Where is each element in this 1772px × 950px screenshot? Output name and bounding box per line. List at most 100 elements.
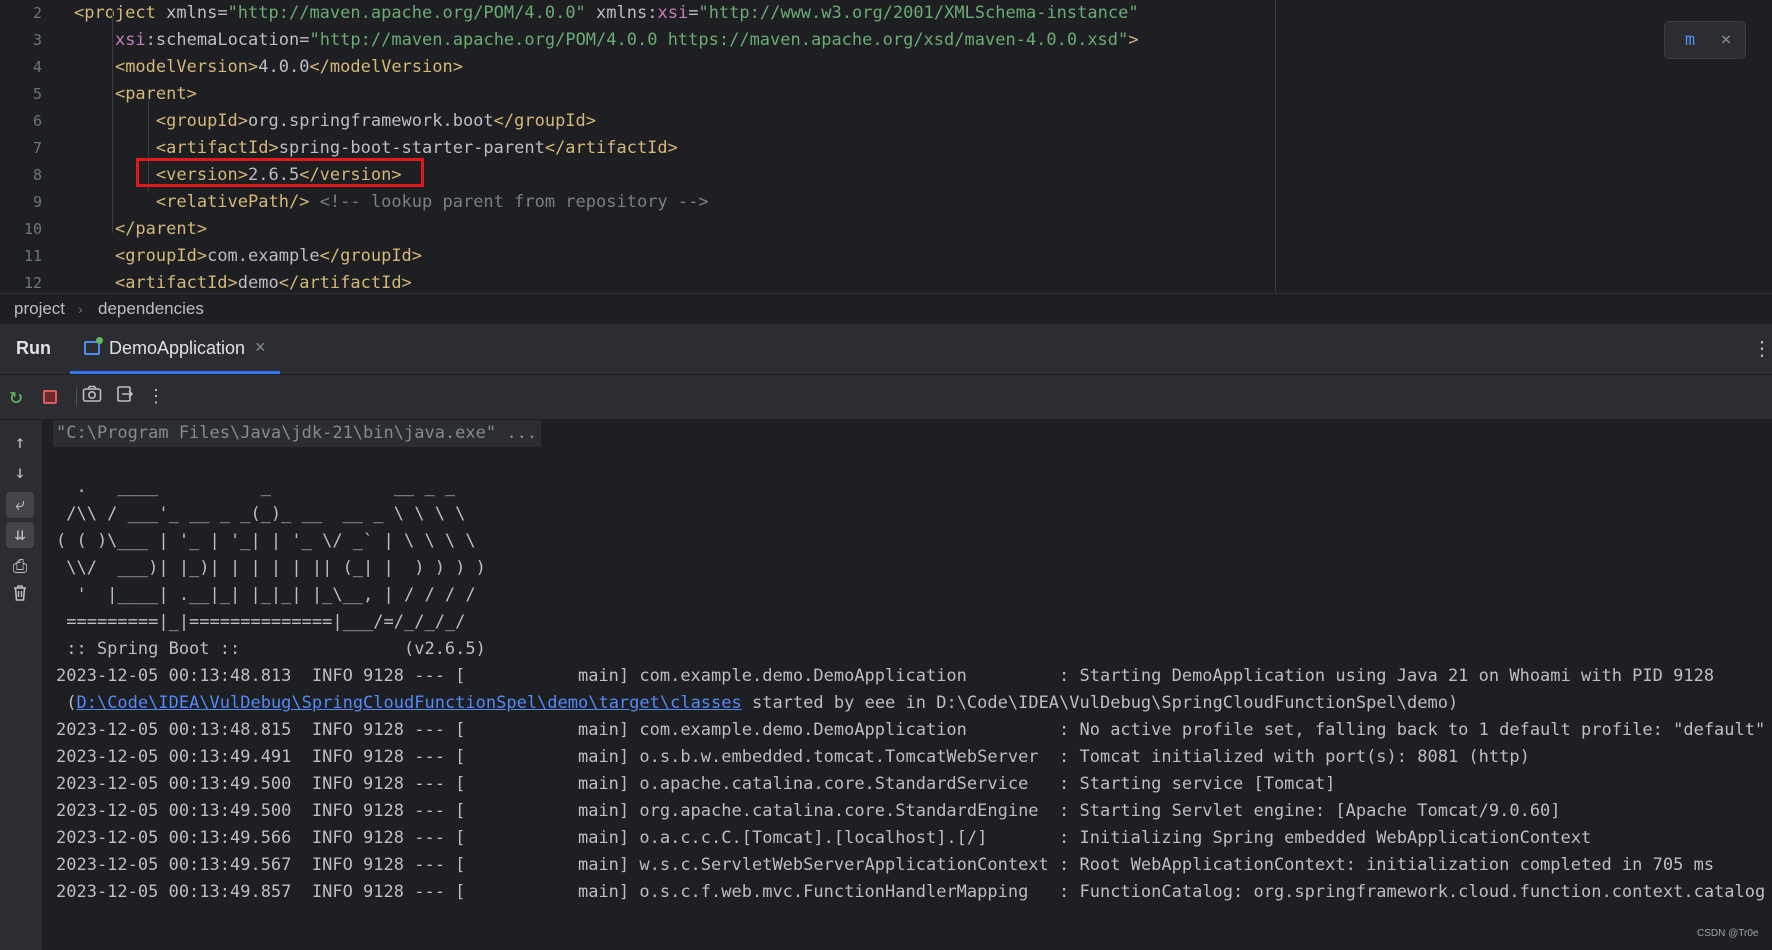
code-editor[interactable]: 2 3 4 5 6 7 8 9 10 11 12 <project xmlns="http://ma… (0, 0, 1772, 292)
log-line: 2023-12-05 00:13:48.813 INFO 9128 --- [ … (56, 666, 1715, 686)
code-token: </artifactId> (544, 138, 678, 158)
code-token: <artifactId> (155, 138, 279, 158)
run-toolbar: ↻ ⋮ (0, 375, 1772, 420)
log-line: 2023-12-05 00:13:49.491 INFO 9128 --- [ … (56, 747, 1530, 767)
code-line[interactable]: <parent> (74, 81, 197, 108)
line-number: 10 (23, 220, 42, 238)
code-token: org.springframework.boot (248, 111, 494, 131)
log-line: 2023-12-05 00:13:49.500 INFO 9128 --- [ … (56, 801, 1561, 821)
code-token: "http://maven.apache.org/POM/4.0.0 https… (309, 30, 1129, 50)
code-token: <groupId> (114, 246, 208, 266)
log-line: 2023-12-05 00:13:49.566 INFO 9128 --- [ … (56, 828, 1592, 848)
code-token: = (299, 30, 310, 50)
run-tool-window-header: Run DemoApplication × ⋮ (0, 324, 1772, 375)
line-number: 6 (32, 112, 42, 130)
exit-icon[interactable] (113, 385, 137, 409)
log-line: 2023-12-05 00:13:49.567 INFO 9128 --- [ … (56, 855, 1715, 875)
arrow-up-icon[interactable]: ↑ (6, 430, 34, 456)
arrow-down-icon[interactable]: ↓ (6, 460, 34, 486)
indent-guide (112, 8, 113, 233)
stop-icon[interactable] (38, 385, 62, 409)
tab-close-icon[interactable]: × (255, 337, 266, 358)
code-line[interactable]: xsi:schemaLocation="http://maven.apache.… (74, 27, 1139, 54)
banner-line: ' |____| .__|_| |_|_| |_\__, | / / / / (56, 585, 476, 605)
code-token: demo (237, 273, 279, 292)
tab-demo-application[interactable]: DemoApplication × (70, 324, 280, 374)
banner-line: :: Spring Boot :: (v2.6.5) (56, 639, 486, 659)
code-token: </groupId> (319, 246, 423, 266)
breadcrumb: project › dependencies (0, 293, 1772, 324)
banner-line: . ____ _ __ _ _ (56, 477, 456, 497)
code-token: <groupId> (155, 111, 249, 131)
active-tab-indicator (70, 371, 280, 374)
log-line-continuation: (D:\Code\IDEA\VulDebug\SpringCloudFuncti… (56, 690, 1458, 717)
line-number: 8 (32, 166, 42, 184)
code-token: xmlns (596, 3, 648, 23)
close-icon[interactable]: × (1715, 30, 1737, 50)
code-token: <!-- lookup parent from repository --> (319, 192, 709, 212)
more-options-icon[interactable]: ⋮ (1752, 336, 1772, 361)
code-line[interactable]: <project xmlns="http://maven.apache.org/… (74, 0, 1139, 27)
console-output[interactable]: "C:\Program Files\Java\jdk-21\bin\java.e… (43, 420, 1772, 950)
code-token: = (217, 3, 228, 23)
breadcrumb-item-project[interactable]: project (14, 294, 65, 324)
line-number: 12 (23, 274, 42, 292)
more-actions-icon[interactable]: ⋮ (144, 385, 168, 409)
console-side-toolbar: ↑ ↓ ⤶ ⇊ ⎙ (0, 420, 43, 950)
print-icon[interactable]: ⎙ (6, 554, 34, 580)
code-token: <parent> (114, 84, 197, 104)
code-token: <modelVersion> (114, 57, 259, 77)
line-number: 2 (32, 4, 42, 22)
code-token: </modelVersion> (309, 57, 463, 77)
code-line[interactable]: </parent> (74, 216, 207, 243)
code-token: "http://www.w3.org/2001/XMLSchema-instan… (698, 3, 1139, 23)
highlight-box (136, 158, 424, 187)
code-token: : (145, 30, 156, 50)
trash-icon[interactable] (6, 584, 34, 610)
camera-icon[interactable] (80, 385, 104, 409)
tab-label: DemoApplication (109, 338, 246, 358)
log-line: 2023-12-05 00:13:48.815 INFO 9128 --- [ … (56, 720, 1766, 740)
line-number: 9 (32, 193, 42, 211)
code-token: xsi (114, 30, 146, 50)
code-token: xsi (657, 3, 689, 23)
classes-path-link[interactable]: D:\Code\IDEA\VulDebug\SpringCloudFunctio… (76, 693, 741, 713)
code-token: com.example (207, 246, 320, 266)
scroll-to-end-icon[interactable]: ⇊ (6, 522, 34, 548)
code-line[interactable]: <modelVersion>4.0.0</modelVersion> (74, 54, 463, 81)
code-line[interactable]: <artifactId>demo</artifactId> (74, 270, 412, 292)
code-token: schemaLocation (155, 30, 300, 50)
code-token: : (647, 3, 658, 23)
log-line: 2023-12-05 00:13:49.500 INFO 9128 --- [ … (56, 774, 1336, 794)
run-panel-title: Run (16, 338, 51, 358)
breadcrumb-item-dependencies[interactable]: dependencies (98, 294, 204, 324)
java-command-line[interactable]: "C:\Program Files\Java\jdk-21\bin\java.e… (53, 420, 542, 447)
code-line[interactable]: <groupId>org.springframework.boot</group… (74, 108, 596, 135)
line-number: 11 (23, 247, 42, 265)
code-token: 4.0.0 (258, 57, 310, 77)
code-token: </artifactId> (278, 273, 412, 292)
watermark: CSDN @Tr0e (1697, 928, 1759, 939)
code-line[interactable]: <groupId>com.example</groupId> (74, 243, 422, 270)
banner-line: /\\ / ___'_ __ _ _(_)_ __ __ _ \ \ \ \ (56, 504, 466, 524)
maven-reload-popup: m × (1664, 21, 1746, 59)
maven-refresh-icon[interactable]: m (1679, 30, 1701, 50)
line-number: 7 (32, 139, 42, 157)
line-number: 4 (32, 58, 42, 76)
line-number: 3 (32, 31, 42, 49)
code-token: </groupId> (493, 111, 597, 131)
code-area[interactable]: <project xmlns="http://maven.apache.org/… (74, 0, 1274, 292)
line-number: 5 (32, 85, 42, 103)
soft-wrap-icon[interactable]: ⤶ (6, 492, 34, 518)
chevron-right-icon: › (78, 301, 83, 317)
right-margin-guide (1275, 0, 1276, 292)
rerun-icon[interactable]: ↻ (4, 385, 28, 409)
code-line[interactable]: <relativePath/> <!-- lookup parent from … (74, 189, 709, 216)
